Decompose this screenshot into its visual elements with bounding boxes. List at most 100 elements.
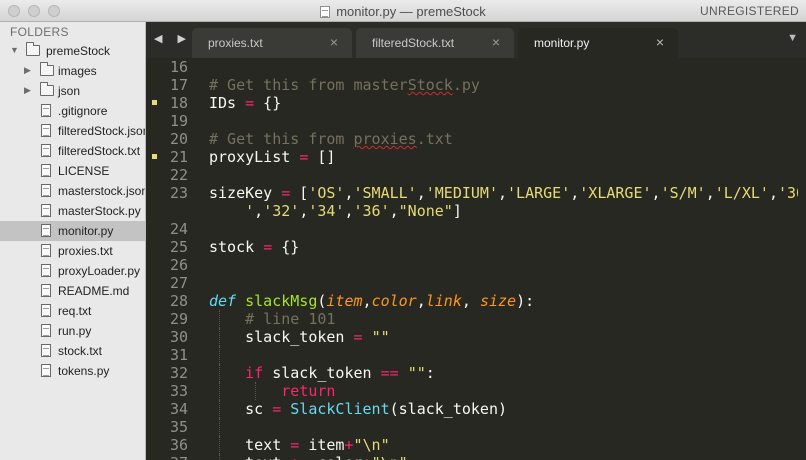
code-line[interactable]: 34 sc = SlackClient(slack_token) <box>146 400 806 418</box>
disclosure-closed-icon[interactable]: ▶ <box>24 65 31 76</box>
sidebar-item-run-py[interactable]: run.py <box>0 321 145 341</box>
code-text: sc = SlackClient(slack_token) <box>209 400 507 418</box>
code-line[interactable]: 27 <box>146 274 806 292</box>
file-icon <box>41 164 51 177</box>
sidebar-item-masterstock-py[interactable]: masterStock.py <box>0 201 145 221</box>
folder-open-icon <box>26 42 40 56</box>
code-token: , <box>344 184 354 202</box>
file-icon <box>41 324 51 337</box>
sidebar-item-json[interactable]: ▶ json <box>0 81 145 101</box>
code-line[interactable]: 32 if slack_token == "": <box>146 364 806 382</box>
code-token: + <box>363 454 372 460</box>
code-token: '34' <box>308 202 345 220</box>
code-line[interactable]: 31 <box>146 346 806 364</box>
sidebar-item-proxyloader-py[interactable]: proxyLoader.py <box>0 261 145 281</box>
sidebar-item-monitor-py[interactable]: monitor.py <box>0 221 145 241</box>
file-icon <box>41 184 51 197</box>
code-token: proxies <box>353 130 417 148</box>
file-icon <box>41 144 51 157</box>
code-line[interactable]: 30 slack_token = "" <box>146 328 806 346</box>
code-line[interactable]: 35 <box>146 418 806 436</box>
window-title: monitor.py — premeStock <box>336 4 486 19</box>
line-number: 29 <box>169 310 188 328</box>
code-text: def slackMsg(item,color,link, size): <box>209 292 534 310</box>
sidebar-root-folder[interactable]: ▼ premeStock <box>0 41 145 61</box>
code-token: , <box>254 202 264 220</box>
tab-list-dropdown-icon[interactable]: ▼ <box>787 32 798 44</box>
code-text: text = item+"\n" <box>209 436 390 454</box>
code-token: # line 101 <box>245 310 336 328</box>
sidebar-item-license[interactable]: LICENSE <box>0 161 145 181</box>
code-token: ' <box>209 202 255 220</box>
sidebar-item-images[interactable]: ▶ images <box>0 61 145 81</box>
code-token: + <box>344 436 354 454</box>
code-token: link <box>425 292 462 310</box>
code-token: slack_token <box>209 328 354 346</box>
code-token: def <box>209 292 237 310</box>
code-line[interactable]: 36 text = item+"\n" <box>146 436 806 454</box>
code-line[interactable]: 33 return <box>146 382 806 400</box>
line-number: 24 <box>169 220 188 238</box>
close-tab-icon[interactable]: × <box>656 34 664 50</box>
code-token: # Get this from master <box>209 76 408 94</box>
sidebar-item-proxies-txt[interactable]: proxies.txt <box>0 241 145 261</box>
code-editor[interactable]: 16 17 # Get this from masterStock.py 18 IDs … <box>146 58 806 460</box>
code-line[interactable]: 28 def slackMsg(item,color,link, size): <box>146 292 806 310</box>
sidebar-item-req-txt[interactable]: req.txt <box>0 301 145 321</box>
code-token: '36' <box>353 202 390 220</box>
code-line[interactable]: 16 <box>146 58 806 76</box>
file-icon <box>41 224 51 237</box>
code-line[interactable]: 21 proxyList = [] <box>146 148 806 166</box>
code-line[interactable]: 29 # line 101 <box>146 310 806 328</box>
close-tab-icon[interactable]: × <box>330 34 338 50</box>
registration-status[interactable]: UNREGISTERED <box>700 4 799 18</box>
code-line[interactable]: 20 # Get this from proxies.txt <box>146 130 806 148</box>
sidebar-item-label: LICENSE <box>58 164 110 178</box>
code-token: proxyList <box>209 148 300 166</box>
code-line[interactable]: 17 # Get this from masterStock.py <box>146 76 806 94</box>
sidebar-item-filteredstock-txt[interactable]: filteredStock.txt <box>0 141 145 161</box>
scrollbar[interactable] <box>798 58 806 460</box>
tab-nav-arrows-icon[interactable]: ◀ ▶ <box>154 32 192 45</box>
code-text: stock = {} <box>209 238 299 256</box>
line-number: 26 <box>169 256 188 274</box>
disclosure-open-icon[interactable]: ▼ <box>10 45 19 55</box>
sidebar-item-tokens-py[interactable]: tokens.py <box>0 361 145 381</box>
sidebar-item-masterstock-json[interactable]: masterstock.json <box>0 181 145 201</box>
code-line[interactable]: 23 sizeKey = ['OS','SMALL','MEDIUM','LARG… <box>146 184 806 202</box>
code-token: = <box>353 328 363 346</box>
line-number: 36 <box>169 436 188 454</box>
line-number: 17 <box>169 76 188 94</box>
tab-filteredstock-txt[interactable]: filteredStock.txt × <box>356 28 514 58</box>
tab-monitor-py[interactable]: monitor.py × <box>518 28 678 58</box>
code-token: sc <box>209 400 273 418</box>
code-line[interactable]: 37 text += color+"\n" <box>146 454 806 460</box>
sidebar-item-gitignore[interactable]: .gitignore <box>0 101 145 121</box>
close-tab-icon[interactable]: × <box>492 34 500 50</box>
line-number: 16 <box>169 58 188 76</box>
code-token: = <box>245 94 255 112</box>
code-token: stock <box>209 238 264 256</box>
code-token: 'SMALL' <box>353 184 417 202</box>
sidebar-item-stock-txt[interactable]: stock.txt <box>0 341 145 361</box>
code-line[interactable]: 24 <box>146 220 806 238</box>
code-text: # Get this from proxies.txt <box>209 130 453 148</box>
code-line[interactable]: 22 <box>146 166 806 184</box>
code-line[interactable]: 18 IDs = {} <box>146 94 806 112</box>
sidebar-item-filteredstock-json[interactable]: filteredStock.json <box>0 121 145 141</box>
tab-proxies-txt[interactable]: proxies.txt × <box>192 28 352 58</box>
file-icon <box>41 124 51 137</box>
code-line[interactable]: ','32','34','36',"None"] <box>146 202 806 220</box>
code-line[interactable]: 19 <box>146 112 806 130</box>
code-line[interactable]: 25 stock = {} <box>146 238 806 256</box>
indent-guide <box>219 418 220 436</box>
sidebar-item-readme-md[interactable]: README.md <box>0 281 145 301</box>
sidebar-item-label: images <box>58 64 97 78</box>
code-line[interactable]: 26 <box>146 256 806 274</box>
line-number: 18 <box>169 94 188 112</box>
disclosure-closed-icon[interactable]: ▶ <box>24 85 31 96</box>
